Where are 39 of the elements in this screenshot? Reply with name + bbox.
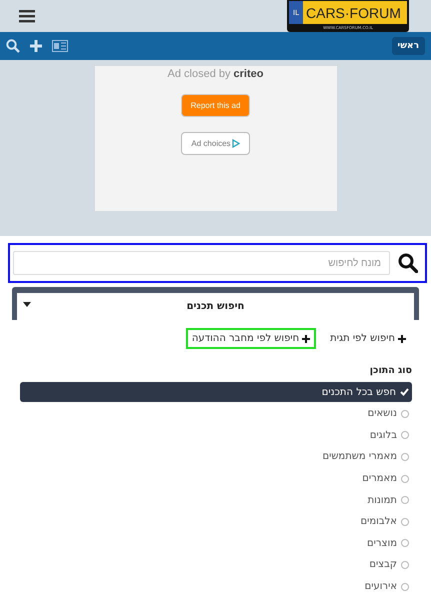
content-type-option[interactable]: אלבומים <box>20 510 412 533</box>
content-type-option[interactable]: מאמרי משתמשים <box>20 446 412 468</box>
search-field[interactable]: מונח לחיפוש <box>13 251 390 275</box>
logo-name: CARS·FORUM <box>305 4 401 22</box>
content-type-option[interactable]: חפש בכל התכנים <box>20 382 412 402</box>
ad-closed-text: Ad closed by <box>168 68 230 80</box>
play-icon <box>232 139 240 148</box>
card-icon[interactable] <box>52 40 68 52</box>
radio-icon <box>401 474 409 483</box>
content-type-option[interactable]: תמונות <box>20 489 412 511</box>
search-icon[interactable] <box>398 253 418 273</box>
radio-icon <box>401 539 409 548</box>
content-type-option[interactable]: מאמרים <box>20 468 412 490</box>
home-breadcrumb[interactable]: ראשי <box>392 37 425 55</box>
radio-icon <box>401 582 409 591</box>
content-type-option[interactable]: נושאים <box>20 403 412 425</box>
plus-icon[interactable] <box>30 40 42 52</box>
radio-icon <box>401 431 409 440</box>
content-type-option[interactable]: מוצרים <box>20 532 412 554</box>
section-title: סוג התוכן <box>368 365 412 376</box>
plus-icon <box>398 334 406 342</box>
menu-icon[interactable] <box>19 9 35 23</box>
plus-icon <box>302 334 310 342</box>
radio-icon <box>401 452 409 461</box>
ad-choices-button[interactable]: Ad choices <box>181 132 250 155</box>
ad-brand: criteo <box>234 68 264 80</box>
filter-link[interactable]: חיפוש לפי מחבר ההודעה <box>186 328 316 349</box>
content-type-option[interactable]: בלוגים <box>20 424 412 446</box>
check-icon <box>400 388 409 396</box>
panel-title: חיפוש תכנים <box>186 301 244 312</box>
caret-icon[interactable] <box>23 302 31 307</box>
content-type-option[interactable]: אירועים <box>20 576 412 598</box>
radio-icon <box>401 496 409 504</box>
content-type-option[interactable]: קבצים <box>20 554 412 576</box>
filter-link[interactable]: חיפוש לפי תגית <box>324 328 412 349</box>
panel-header[interactable]: חיפוש תכנים <box>17 293 414 320</box>
radio-icon <box>401 410 409 418</box>
radio-icon <box>401 560 409 569</box>
radio-icon <box>401 518 409 526</box>
